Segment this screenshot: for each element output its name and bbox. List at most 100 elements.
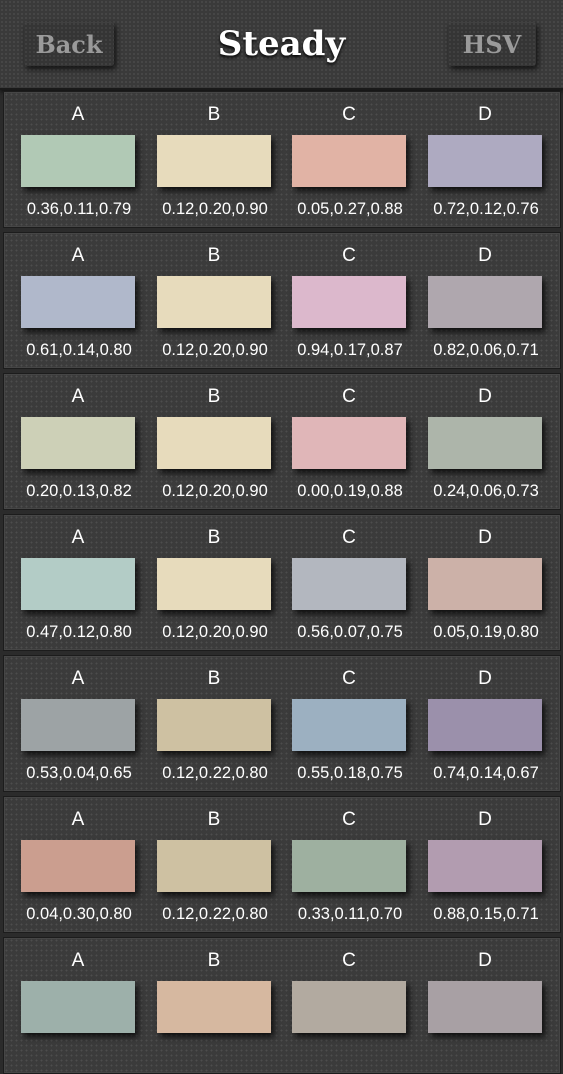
color-swatch[interactable] xyxy=(292,276,406,328)
color-swatch[interactable] xyxy=(21,840,135,892)
color-cell-d: D 0.88,0.15,0.71 xyxy=(428,797,563,932)
hsv-values: 0.12,0.20,0.90 xyxy=(162,200,268,218)
color-swatch[interactable] xyxy=(292,699,406,751)
hsv-values: 0.00,0.19,0.88 xyxy=(297,482,403,500)
color-cell-c: C 0.55,0.18,0.75 xyxy=(292,656,428,791)
color-cell-a: A 0.20,0.13,0.82 xyxy=(21,374,157,509)
color-cell-d: D 0.05,0.19,0.80 xyxy=(428,515,563,650)
hsv-values: 0.24,0.06,0.73 xyxy=(433,482,539,500)
color-cell-b: B 0.12,0.20,0.90 xyxy=(157,233,293,368)
color-label: C xyxy=(342,245,356,266)
color-swatch[interactable] xyxy=(157,558,271,610)
navigation-bar: Back Steady HSV xyxy=(0,0,563,90)
hsv-button[interactable]: HSV xyxy=(448,22,536,66)
color-label: B xyxy=(207,527,221,548)
color-scheme-card[interactable]: A 0.47,0.12,0.80 B 0.12,0.20,0.90 C 0.56,0.07… xyxy=(3,514,561,651)
hsv-values: 0.72,0.12,0.76 xyxy=(433,200,539,218)
color-swatch[interactable] xyxy=(157,981,271,1033)
color-scheme-card[interactable]: A B C D xyxy=(3,937,561,1074)
color-label: A xyxy=(71,668,85,689)
color-swatch[interactable] xyxy=(292,417,406,469)
color-cell-b: B 0.12,0.20,0.90 xyxy=(157,92,293,227)
color-swatch[interactable] xyxy=(292,558,406,610)
hsv-values: 0.53,0.04,0.65 xyxy=(26,764,132,782)
hsv-values: 0.82,0.06,0.71 xyxy=(433,341,539,359)
color-scheme-card[interactable]: A 0.61,0.14,0.80 B 0.12,0.20,0.90 C 0.94,0.17… xyxy=(3,232,561,369)
color-cell-c: C 0.00,0.19,0.88 xyxy=(292,374,428,509)
color-label: B xyxy=(207,809,221,830)
color-scheme-card[interactable]: A 0.04,0.30,0.80 B 0.12,0.22,0.80 C 0.33,0.11… xyxy=(3,796,561,933)
hsv-values: 0.05,0.27,0.88 xyxy=(297,200,403,218)
color-swatch[interactable] xyxy=(428,981,542,1033)
color-swatch[interactable] xyxy=(428,417,542,469)
color-cell-d: D 0.74,0.14,0.67 xyxy=(428,656,563,791)
hsv-values: 0.55,0.18,0.75 xyxy=(297,764,403,782)
color-cell-a: A 0.47,0.12,0.80 xyxy=(21,515,157,650)
color-cell-b: B 0.12,0.20,0.90 xyxy=(157,515,293,650)
color-swatch[interactable] xyxy=(21,417,135,469)
color-cell-c: C 0.33,0.11,0.70 xyxy=(292,797,428,932)
color-label: B xyxy=(207,950,221,971)
color-cell-a: A 0.53,0.04,0.65 xyxy=(21,656,157,791)
color-swatch[interactable] xyxy=(428,276,542,328)
color-swatch[interactable] xyxy=(292,981,406,1033)
color-swatch[interactable] xyxy=(21,981,135,1033)
color-label: D xyxy=(478,527,492,548)
color-cell-d: D 0.72,0.12,0.76 xyxy=(428,92,563,227)
hsv-values: 0.36,0.11,0.79 xyxy=(26,200,132,218)
color-label: D xyxy=(478,245,492,266)
color-label: D xyxy=(478,386,492,407)
color-cell-b: B 0.12,0.22,0.80 xyxy=(157,656,293,791)
color-swatch[interactable] xyxy=(157,840,271,892)
color-label: B xyxy=(207,668,221,689)
color-swatch[interactable] xyxy=(21,276,135,328)
color-label: A xyxy=(71,104,85,125)
color-swatch[interactable] xyxy=(21,699,135,751)
color-label: C xyxy=(342,950,356,971)
hsv-values: 0.12,0.22,0.80 xyxy=(162,905,268,923)
hsv-values: 0.74,0.14,0.67 xyxy=(433,764,539,782)
hsv-values: 0.12,0.20,0.90 xyxy=(162,482,268,500)
color-cell-a: A 0.36,0.11,0.79 xyxy=(21,92,157,227)
color-cell-b: B xyxy=(157,938,293,1073)
color-cell-d: D 0.82,0.06,0.71 xyxy=(428,233,563,368)
color-cell-c: C 0.56,0.07,0.75 xyxy=(292,515,428,650)
color-label: D xyxy=(478,809,492,830)
color-swatch[interactable] xyxy=(157,417,271,469)
color-cell-a: A 0.61,0.14,0.80 xyxy=(21,233,157,368)
color-swatch[interactable] xyxy=(21,135,135,187)
color-cell-b: B 0.12,0.22,0.80 xyxy=(157,797,293,932)
hsv-values: 0.04,0.30,0.80 xyxy=(26,905,132,923)
hsv-values: 0.94,0.17,0.87 xyxy=(297,341,403,359)
color-label: C xyxy=(342,386,356,407)
color-scheme-card[interactable]: A 0.20,0.13,0.82 B 0.12,0.20,0.90 C 0.00,0.19… xyxy=(3,373,561,510)
color-label: A xyxy=(71,527,85,548)
color-label: B xyxy=(207,386,221,407)
color-swatch[interactable] xyxy=(428,135,542,187)
color-scheme-card[interactable]: A 0.36,0.11,0.79 B 0.12,0.20,0.90 C 0.05,0.27… xyxy=(3,91,561,228)
hsv-values: 0.05,0.19,0.80 xyxy=(433,623,539,641)
color-swatch[interactable] xyxy=(428,699,542,751)
color-swatch[interactable] xyxy=(428,840,542,892)
hsv-values: 0.12,0.20,0.90 xyxy=(162,341,268,359)
color-label: B xyxy=(207,104,221,125)
color-swatch[interactable] xyxy=(21,558,135,610)
color-cell-c: C 0.05,0.27,0.88 xyxy=(292,92,428,227)
color-swatch[interactable] xyxy=(157,135,271,187)
color-swatch[interactable] xyxy=(428,558,542,610)
color-scheme-card[interactable]: A 0.53,0.04,0.65 B 0.12,0.22,0.80 C 0.55,0.18… xyxy=(3,655,561,792)
hsv-values: 0.47,0.12,0.80 xyxy=(26,623,132,641)
color-label: D xyxy=(478,668,492,689)
color-label: A xyxy=(71,245,85,266)
color-swatch[interactable] xyxy=(292,840,406,892)
color-cell-a: A 0.04,0.30,0.80 xyxy=(21,797,157,932)
color-label: C xyxy=(342,104,356,125)
color-swatch[interactable] xyxy=(292,135,406,187)
color-swatch[interactable] xyxy=(157,699,271,751)
color-cell-a: A xyxy=(21,938,157,1073)
hsv-values: 0.56,0.07,0.75 xyxy=(297,623,403,641)
color-label: B xyxy=(207,245,221,266)
color-label: A xyxy=(71,809,85,830)
color-label: C xyxy=(342,527,356,548)
color-swatch[interactable] xyxy=(157,276,271,328)
